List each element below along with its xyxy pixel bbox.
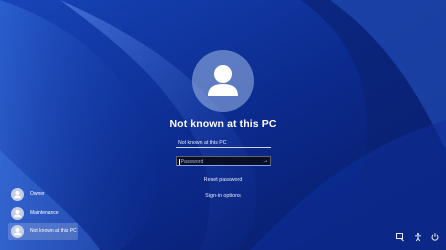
user-item-maintenance[interactable]: Maintenance [8, 205, 78, 222]
person-icon [14, 190, 21, 199]
arrow-right-icon: → [262, 158, 269, 164]
person-icon [14, 227, 21, 236]
reset-password-link[interactable]: Reset password [0, 177, 446, 183]
username-field[interactable]: Not known at this PC [176, 138, 271, 148]
display-button[interactable] [395, 232, 405, 242]
password-placeholder: Password [180, 159, 204, 165]
person-icon [208, 65, 238, 96]
user-item-not-known[interactable]: Not known at this PC [8, 223, 78, 240]
submit-button[interactable]: → [262, 158, 269, 165]
user-avatar-small [11, 207, 24, 220]
user-item-label: Not known at this PC [30, 228, 77, 234]
power-button[interactable] [430, 232, 440, 242]
power-icon [431, 233, 439, 241]
user-item-label: Maintenance [30, 210, 59, 216]
password-field[interactable]: Password → [176, 156, 271, 166]
user-avatar-small [11, 225, 24, 238]
user-item-owner[interactable]: Owner [8, 186, 78, 203]
user-avatar [192, 50, 254, 112]
text-caret [179, 158, 180, 165]
display-icon [396, 233, 404, 242]
person-icon [14, 209, 21, 218]
username-heading: Not known at this PC [169, 118, 277, 130]
accessibility-icon [415, 233, 421, 242]
user-avatar-small [11, 188, 24, 201]
user-item-label: Owner [30, 191, 45, 197]
accessibility-button[interactable] [413, 232, 423, 242]
username-field-value: Not known at this PC [178, 140, 227, 146]
